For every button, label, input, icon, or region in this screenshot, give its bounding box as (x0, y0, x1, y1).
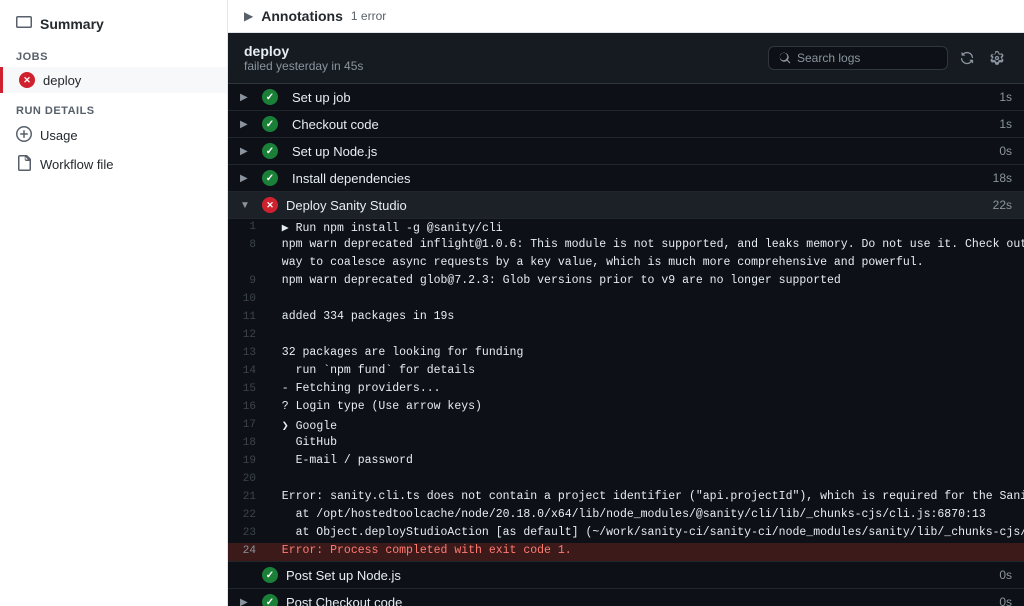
log-job-status: failed yesterday in 45s (244, 59, 363, 73)
step-label-deps: Install dependencies (292, 171, 993, 186)
step-label-checkout: Checkout code (292, 117, 999, 132)
step-label-post-checkout: Post Checkout code (286, 595, 999, 606)
step-checkout-code[interactable]: ▶ Checkout code 1s (228, 111, 1024, 138)
workflow-file-icon (16, 155, 32, 174)
step-icon-post-checkout (262, 594, 278, 606)
annotations-subtitle: 1 error (351, 9, 386, 23)
step-setup-node[interactable]: ▶ Set up Node.js 0s (228, 138, 1024, 165)
log-line-23: 23 at Object.deployStudioAction [as defa… (228, 525, 1024, 543)
step-deploy-sanity-header[interactable]: ▼ Deploy Sanity Studio 22s (228, 192, 1024, 219)
sidebar: Summary Jobs deploy Run details Usage Wo… (0, 0, 228, 606)
step-label-deploy: Deploy Sanity Studio (286, 198, 993, 213)
usage-label: Usage (40, 128, 78, 143)
log-line-18: 18 GitHub (228, 435, 1024, 453)
log-line-12: 12 (228, 327, 1024, 345)
log-line-14: 14 run `npm fund` for details (228, 363, 1024, 381)
main-panel: ▶ Annotations 1 error deploy failed yest… (228, 0, 1024, 606)
sidebar-summary[interactable]: Summary (0, 8, 227, 39)
workflow-file-label: Workflow file (40, 157, 113, 172)
deploy-status-icon (19, 72, 35, 88)
annotations-chevron[interactable]: ▶ (244, 9, 253, 23)
log-job-name: deploy (244, 43, 363, 59)
run-details-section-label: Run details (0, 93, 227, 121)
search-logs-placeholder: Search logs (797, 51, 860, 65)
step-label-post-node: Post Set up Node.js (286, 568, 999, 583)
jobs-section-label: Jobs (0, 39, 227, 67)
annotations-header: ▶ Annotations 1 error (228, 0, 1024, 33)
log-lines: 1 ▶ Run npm install -g @sanity/cli 8 npm… (228, 219, 1024, 561)
log-line-8: 8 npm warn deprecated inflight@1.0.6: Th… (228, 237, 1024, 255)
step-chevron-checkout: ▶ (240, 119, 256, 130)
step-icon-post-node (262, 567, 278, 583)
step-time-deps: 18s (993, 171, 1012, 185)
step-chevron-deploy: ▼ (240, 200, 256, 211)
annotations-title: Annotations (261, 8, 343, 24)
step-setup-job[interactable]: ▶ Set up job 1s (228, 84, 1024, 111)
log-line-16: 16 ? Login type (Use arrow keys) (228, 399, 1024, 417)
step-chevron-setup-job: ▶ (240, 92, 256, 103)
step-chevron-deps: ▶ (240, 173, 256, 184)
log-line-17: 17 ❯ Google (228, 417, 1024, 435)
step-time-deploy: 22s (993, 198, 1012, 212)
search-logs-input[interactable]: Search logs (768, 46, 948, 70)
log-header-left: deploy failed yesterday in 45s (244, 43, 363, 73)
sidebar-usage-link[interactable]: Usage (0, 121, 227, 150)
log-line-21: 21 Error: sanity.cli.ts does not contain… (228, 489, 1024, 507)
step-icon-node (262, 143, 278, 159)
step-time-node: 0s (999, 144, 1012, 158)
step-icon-setup-job (262, 89, 278, 105)
summary-icon (16, 14, 32, 33)
step-chevron-post-checkout: ▶ (240, 597, 256, 606)
step-icon-checkout (262, 116, 278, 132)
log-line-19: 19 E-mail / password (228, 453, 1024, 471)
step-chevron-node: ▶ (240, 146, 256, 157)
log-header-right: Search logs (768, 46, 1008, 70)
deploy-job-label: deploy (43, 73, 81, 88)
step-time-checkout: 1s (999, 117, 1012, 131)
log-line-1: 1 ▶ Run npm install -g @sanity/cli (228, 219, 1024, 237)
step-post-node[interactable]: Post Set up Node.js 0s (228, 561, 1024, 588)
log-line-8b: way to coalesce async requests by a key … (228, 255, 1024, 273)
step-label-setup-job: Set up job (292, 90, 999, 105)
log-line-24: 24 Error: Process completed with exit co… (228, 543, 1024, 561)
step-label-node: Set up Node.js (292, 144, 999, 159)
usage-icon (16, 126, 32, 145)
settings-button[interactable] (986, 47, 1008, 69)
step-icon-deps (262, 170, 278, 186)
log-line-15: 15 - Fetching providers... (228, 381, 1024, 399)
search-icon (779, 52, 791, 64)
step-time-post-node: 0s (999, 568, 1012, 582)
step-icon-deploy (262, 197, 278, 213)
step-time-post-checkout: 0s (999, 595, 1012, 606)
log-line-20: 20 (228, 471, 1024, 489)
log-line-22: 22 at /opt/hostedtoolcache/node/20.18.0/… (228, 507, 1024, 525)
sidebar-job-deploy[interactable]: deploy (0, 67, 227, 93)
summary-label: Summary (40, 16, 104, 32)
log-line-11: 11 added 334 packages in 19s (228, 309, 1024, 327)
log-line-9: 9 npm warn deprecated glob@7.2.3: Glob v… (228, 273, 1024, 291)
log-panel: deploy failed yesterday in 45s Search lo… (228, 33, 1024, 606)
step-time-setup-job: 1s (999, 90, 1012, 104)
refresh-button[interactable] (956, 47, 978, 69)
steps-container: ▶ Set up job 1s ▶ Checkout code 1s ▶ Set… (228, 84, 1024, 606)
log-header: deploy failed yesterday in 45s Search lo… (228, 33, 1024, 84)
sidebar-workflow-file-link[interactable]: Workflow file (0, 150, 227, 179)
log-line-10: 10 (228, 291, 1024, 309)
step-install-deps[interactable]: ▶ Install dependencies 18s (228, 165, 1024, 192)
log-line-13: 13 32 packages are looking for funding (228, 345, 1024, 363)
step-post-checkout[interactable]: ▶ Post Checkout code 0s (228, 588, 1024, 606)
